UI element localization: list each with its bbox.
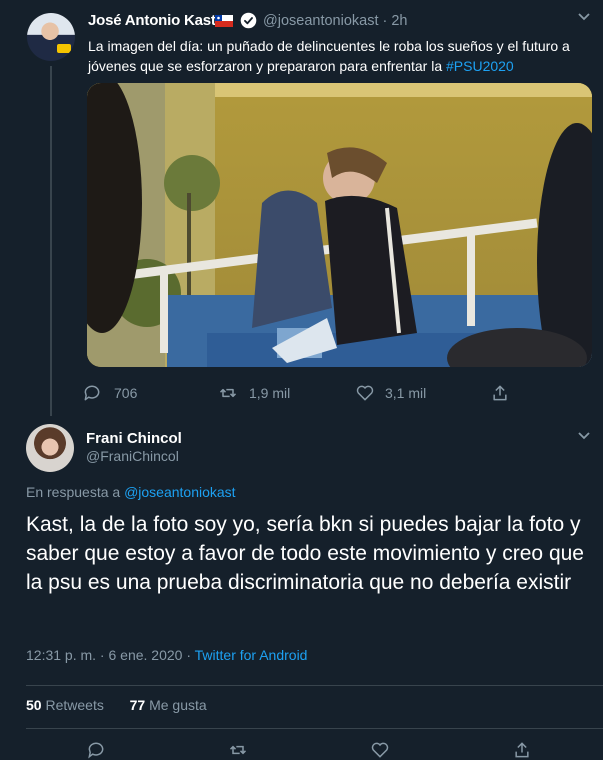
- reply-author-handle[interactable]: @FraniChincol: [86, 448, 179, 464]
- in-reply-prefix: En respuesta a: [26, 484, 125, 500]
- chevron-down-icon[interactable]: [578, 13, 590, 21]
- reply-timestamp[interactable]: 12:31 p. m. · 6 ene. 2020 ·: [26, 647, 195, 663]
- reply-icon[interactable]: [82, 383, 102, 403]
- tweet-time[interactable]: · 2h: [383, 13, 408, 29]
- likes-count[interactable]: 77: [130, 697, 146, 713]
- author-avatar[interactable]: [27, 13, 75, 61]
- like-icon[interactable]: [355, 383, 375, 403]
- reply-text: Kast, la de la foto soy yo, sería bkn si…: [26, 513, 584, 594]
- like-count: 3,1 mil: [385, 385, 427, 401]
- reply-icon[interactable]: [86, 740, 106, 760]
- share-icon[interactable]: [512, 740, 532, 760]
- author-meta: @joseantoniokast · 2h: [263, 13, 408, 29]
- author-name[interactable]: José Antonio Kast: [88, 12, 216, 29]
- reply-author-avatar[interactable]: [26, 424, 74, 472]
- chile-flag-icon: [215, 15, 233, 27]
- chevron-down-icon[interactable]: [578, 432, 590, 440]
- share-icon[interactable]: [490, 383, 510, 403]
- like-icon[interactable]: [370, 740, 390, 760]
- tweet-photo-image: [87, 83, 592, 367]
- tweet-text: La imagen del día: un puñado de delincue…: [88, 36, 578, 76]
- reply-author-name[interactable]: Frani Chincol: [86, 430, 182, 447]
- divider: [26, 685, 603, 686]
- author-handle[interactable]: @joseantoniokast: [263, 13, 378, 29]
- reply-stats: 50 Retweets 77 Me gusta: [26, 697, 207, 713]
- divider: [26, 728, 603, 729]
- retweet-icon[interactable]: [228, 740, 248, 760]
- verified-badge-icon: [240, 12, 257, 29]
- retweets-label[interactable]: Retweets: [45, 697, 103, 713]
- hashtag-link[interactable]: #PSU2020: [446, 58, 514, 74]
- reply-source-link[interactable]: Twitter for Android: [195, 647, 308, 663]
- retweets-count[interactable]: 50: [26, 697, 42, 713]
- tweet-photo[interactable]: [87, 83, 592, 367]
- retweet-count: 1,9 mil: [249, 385, 291, 401]
- likes-label[interactable]: Me gusta: [149, 697, 207, 713]
- in-reply-handle-link[interactable]: @joseantoniokast: [124, 484, 236, 500]
- reply-count: 706: [114, 385, 138, 401]
- retweet-icon[interactable]: [218, 383, 238, 403]
- avatar-badge: [57, 44, 71, 53]
- in-reply-to: En respuesta a @joseantoniokast: [26, 484, 236, 500]
- thread-line: [50, 66, 52, 416]
- reply-meta: 12:31 p. m. · 6 ene. 2020 · Twitter for …: [26, 647, 307, 663]
